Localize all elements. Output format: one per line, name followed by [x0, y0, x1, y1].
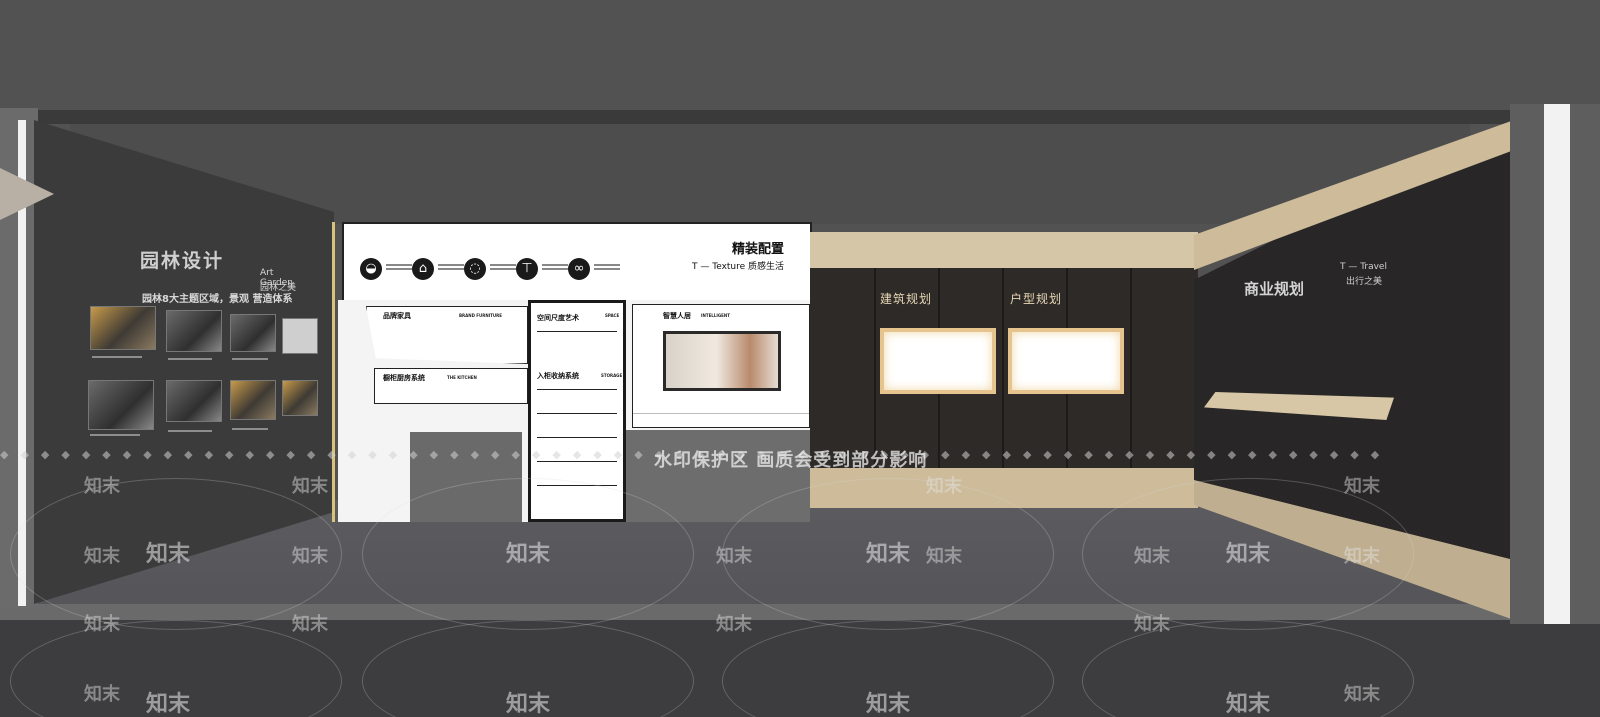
caption-line [92, 356, 142, 358]
watermark-text: 知末 [84, 614, 120, 635]
bulb-icon: ◌ [464, 258, 486, 280]
gold-trim [332, 222, 335, 522]
living-room-photo [663, 331, 781, 391]
watermark-text: 知末 [292, 614, 328, 635]
wall-seam [1130, 268, 1132, 468]
watermark-text: 知末 [1344, 476, 1380, 497]
link-icon: ∞ [568, 258, 590, 280]
watermark-text: 知末 [1344, 684, 1380, 705]
watermark-text: 知末 [866, 692, 911, 717]
smart-living-title: 智慧人居 [663, 312, 691, 320]
watermark-text: 知末 [146, 542, 191, 567]
garden-photo-3 [230, 314, 276, 352]
right-pillar-light [1544, 104, 1570, 624]
decoration-title: 精装配置 [732, 242, 785, 257]
icon-caption-lines [438, 264, 464, 272]
icon-caption-lines [594, 264, 620, 272]
panel-base-line [633, 413, 809, 414]
brand-furniture-panel: 品牌家具 BRAND FURNITURE [366, 306, 528, 364]
brand-furniture-tag: BRAND FURNITURE [459, 313, 502, 318]
kitchen-title: 橱柜厨房系统 [383, 374, 425, 382]
watermark-text: 知末 [716, 546, 752, 567]
dark-wood-wall [810, 268, 1198, 468]
exhibition-scene: 园林设计 Art Garden 园林之美 园林8大主题区域，景观 营造体系 精装… [0, 0, 1600, 717]
divider [537, 331, 617, 332]
garden-photo-2 [166, 310, 222, 352]
ceiling [0, 0, 1600, 112]
garden-photo-7 [230, 380, 276, 420]
watermark-text: 知末 [506, 692, 551, 717]
bathtub-icon: ◒ [360, 258, 382, 280]
caption-line [90, 434, 140, 436]
commercial-planning-title: 商业规划 [1244, 280, 1305, 298]
divider [537, 437, 617, 438]
kitchen-panel: 橱柜厨房系统 THE KITCHEN [374, 368, 528, 404]
watermark-text: 知末 [84, 684, 120, 705]
faucet-icon: ⊤ [516, 258, 538, 280]
decoration-subtitle: T — Texture 质感生活 [692, 262, 785, 272]
watermark-text: 知末 [84, 476, 120, 497]
space-tag: SPACE [605, 313, 620, 318]
brand-furniture-title: 品牌家具 [383, 312, 411, 320]
watermark-text: 知末 [926, 546, 962, 567]
garden-photo-6 [166, 380, 222, 422]
icon-caption-lines [386, 264, 412, 272]
watermark-text: 知末 [1226, 542, 1271, 567]
wood-header [810, 232, 1198, 268]
lamp-shade [0, 168, 54, 220]
unit-planning-label: 户型规划 [1010, 292, 1063, 306]
watermark-text: 知末 [716, 614, 752, 635]
garden-photo-4 [282, 318, 318, 354]
smart-living-tag: INTELLIGENT [701, 313, 730, 318]
watermark-text: 知末 [926, 476, 962, 497]
watermark-text: 知末 [292, 546, 328, 567]
watermark-text: 知末 [1134, 614, 1170, 635]
architecture-lightbox [880, 328, 996, 394]
caption-line [232, 428, 268, 430]
icon-caption-lines [490, 264, 516, 272]
divider [537, 413, 617, 414]
caption-line [232, 358, 268, 360]
icon-caption-lines [542, 264, 568, 272]
decoration-header-panel: 精装配置 T — Texture 质感生活 ◒ ⌂ ◌ ⊤ ∞ [342, 222, 812, 304]
watermark-text: 知末 [146, 692, 191, 717]
wall-seam [1002, 268, 1004, 468]
divider [537, 389, 617, 390]
smart-living-panel: 智慧人居 INTELLIGENT [632, 304, 810, 428]
ceiling-beam [0, 110, 1600, 124]
storage-tag: STORAGE [601, 373, 623, 378]
watermark-text: 知末 [84, 546, 120, 567]
watermark-text: 知末 [866, 542, 911, 567]
left-wall-title: 园林设计 [140, 250, 225, 272]
space-title: 空间尺度艺术 [537, 314, 579, 322]
watermark-text: 知末 [506, 542, 551, 567]
watermark-text: 知末 [1344, 546, 1380, 567]
hanger-icon: ⌂ [412, 258, 434, 280]
watermark-text: 知末 [1226, 692, 1271, 717]
watermark-text: 知末 [292, 476, 328, 497]
wall-seam [874, 268, 876, 468]
unit-lightbox [1008, 328, 1124, 394]
caption-line [168, 358, 212, 360]
watermark-banner: 水印保护区 画质会受到部分影响 [654, 450, 928, 471]
storage-title: 入柜收纳系统 [537, 372, 579, 380]
watermark-text: 知末 [1134, 546, 1170, 567]
kitchen-tag: THE KITCHEN [447, 375, 477, 380]
caption-line [168, 430, 212, 432]
left-wall-subtitle: 园林8大主题区域，景观 营造体系 [142, 294, 293, 305]
commercial-sub-cn: 出行之美 [1346, 277, 1383, 287]
commercial-sub-en: T — Travel [1340, 262, 1387, 272]
garden-photo-1 [90, 306, 156, 350]
garden-photo-8 [282, 380, 318, 416]
garden-photo-5 [88, 380, 154, 430]
architecture-planning-label: 建筑规划 [880, 292, 933, 306]
